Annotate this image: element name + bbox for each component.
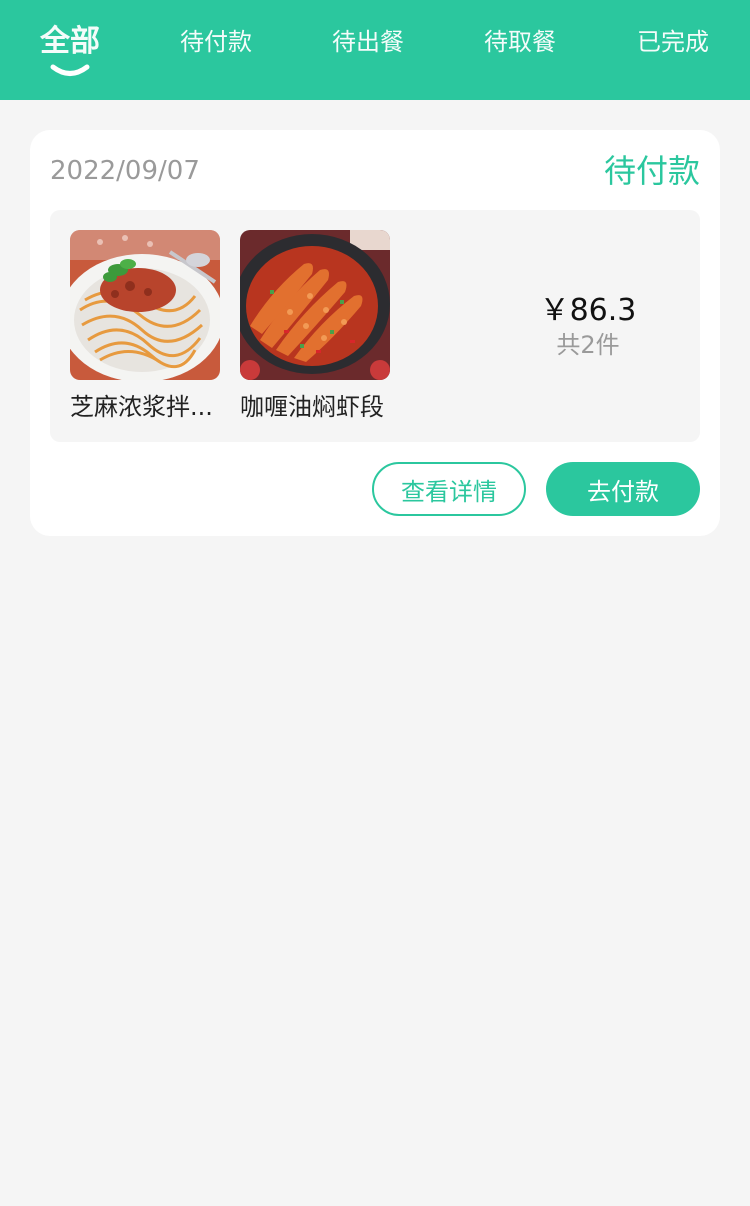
goods-name: 咖喱油焖虾段 xyxy=(240,393,384,421)
goods-name: 芝麻浓浆拌... xyxy=(70,393,213,421)
goods-item[interactable]: 芝麻浓浆拌... xyxy=(70,230,220,422)
active-tab-indicator-icon xyxy=(50,64,90,76)
view-details-button[interactable]: 查看详情 xyxy=(372,462,526,516)
shrimp-dish-photo xyxy=(240,230,390,380)
order-goods-list[interactable]: 芝麻浓浆拌... 咖喱油焖虾段 ￥86.3 共2件 xyxy=(50,210,700,442)
order-summary: ￥86.3 共2件 xyxy=(528,292,648,360)
tab-completed[interactable]: 已完成 xyxy=(636,0,710,100)
order-status-tabbar: 全部 待付款 待出餐 待取餐 已完成 xyxy=(0,0,750,100)
order-total-price: ￥86.3 xyxy=(539,293,637,328)
goods-item[interactable]: 咖喱油焖虾段 xyxy=(240,230,390,422)
order-date: 2022/09/07 xyxy=(50,156,200,186)
pay-button[interactable]: 去付款 xyxy=(546,462,700,516)
tab-all[interactable]: 全部 xyxy=(40,0,100,100)
tab-label: 已完成 xyxy=(637,28,709,56)
order-item-count: 共2件 xyxy=(556,331,620,359)
tab-label: 待付款 xyxy=(180,28,252,56)
tab-pending-cooking[interactable]: 待出餐 xyxy=(331,0,405,100)
order-card[interactable]: 2022/09/07 待付款 芝麻浓浆拌... 咖喱油焖虾段 ￥86.3 共2件… xyxy=(30,130,720,536)
tab-pending-pickup[interactable]: 待取餐 xyxy=(483,0,557,100)
tab-pending-payment[interactable]: 待付款 xyxy=(179,0,253,100)
tab-label: 待出餐 xyxy=(332,28,404,56)
order-status-label: 待付款 xyxy=(603,152,700,190)
tab-label: 待取餐 xyxy=(484,28,556,56)
tab-label: 全部 xyxy=(40,24,100,59)
spaghetti-photo xyxy=(70,230,220,380)
